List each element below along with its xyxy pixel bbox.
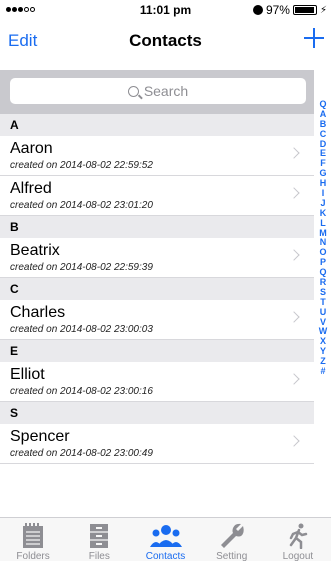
contact-name: Spencer — [10, 428, 70, 445]
chevron-right-icon — [288, 147, 300, 159]
running-man-icon — [287, 523, 309, 554]
contact-row[interactable]: Charles created on 2014-08-02 23:00:03 — [0, 300, 314, 340]
notepad-icon — [22, 523, 44, 554]
search-bar: Search — [0, 70, 314, 114]
search-input[interactable]: Search — [10, 78, 306, 104]
wrench-icon — [219, 523, 245, 554]
tab-label: Files — [88, 551, 110, 561]
chevron-right-icon — [288, 311, 300, 323]
contact-name: Aaron — [10, 140, 53, 157]
tab-folders[interactable]: Folders — [0, 518, 66, 561]
people-icon — [149, 523, 183, 554]
tab-label: Setting — [216, 551, 248, 561]
contact-row[interactable]: Beatrix created on 2014-08-02 22:59:39 — [0, 238, 314, 278]
tab-label: Logout — [282, 551, 314, 561]
tab-bar: Folders Files Contacts Setting Logout — [0, 517, 331, 561]
status-bar: 11:01 pm 97% ⚡ — [0, 0, 331, 20]
contact-row[interactable]: Alfred created on 2014-08-02 23:01:20 — [0, 176, 314, 216]
navigation-bar: Edit Contacts — [0, 20, 331, 64]
contact-name: Elliot — [10, 366, 45, 383]
battery-icon — [292, 5, 317, 15]
chevron-right-icon — [288, 373, 300, 385]
tab-contacts[interactable]: Contacts — [132, 518, 198, 561]
contact-name: Alfred — [10, 180, 52, 197]
contact-created-date: created on 2014-08-02 23:01:20 — [10, 200, 153, 211]
tab-label: Contacts — [145, 551, 186, 561]
charging-icon: ⚡ — [319, 4, 327, 16]
battery-percent: 97% — [265, 3, 290, 17]
alarm-icon — [252, 5, 263, 15]
add-contact-button[interactable] — [304, 28, 324, 48]
contact-name: Beatrix — [10, 242, 60, 259]
search-icon — [127, 85, 139, 97]
section-header: B — [0, 216, 314, 238]
tab-label: Folders — [16, 551, 50, 561]
tab-setting[interactable]: Setting — [199, 518, 265, 561]
chevron-right-icon — [288, 249, 300, 261]
contact-row[interactable]: Spencer created on 2014-08-02 23:00:49 — [0, 424, 314, 464]
contact-created-date: created on 2014-08-02 23:00:49 — [10, 448, 153, 459]
chevron-right-icon — [288, 187, 300, 199]
contact-created-date: created on 2014-08-02 22:59:52 — [10, 160, 153, 171]
contact-created-date: created on 2014-08-02 23:00:03 — [10, 324, 153, 335]
section-header: S — [0, 402, 314, 424]
contact-row[interactable]: Aaron created on 2014-08-02 22:59:52 — [0, 136, 314, 176]
section-index[interactable]: Q A B C D E F G H I J K L M N O P Q R S T U V W X Y Z # — [316, 99, 330, 377]
contact-list: A Aaron created on 2014-08-02 22:59:52 Alfr… — [0, 114, 314, 464]
file-cabinet-icon — [89, 523, 109, 554]
search-placeholder: Search — [143, 83, 189, 99]
index-letter[interactable]: # — [316, 366, 330, 377]
status-right: 97% ⚡ — [252, 3, 327, 17]
contact-row[interactable]: Elliot created on 2014-08-02 23:00:16 — [0, 362, 314, 402]
tab-files[interactable]: Files — [66, 518, 132, 561]
page-title: Contacts — [129, 31, 202, 50]
section-header: C — [0, 278, 314, 300]
tab-logout[interactable]: Logout — [265, 518, 331, 561]
section-header: E — [0, 340, 314, 362]
chevron-right-icon — [288, 435, 300, 447]
contact-created-date: created on 2014-08-02 23:00:16 — [10, 386, 153, 397]
section-header: A — [0, 114, 314, 136]
contact-name: Charles — [10, 304, 66, 321]
contact-created-date: created on 2014-08-02 22:59:39 — [10, 262, 153, 273]
